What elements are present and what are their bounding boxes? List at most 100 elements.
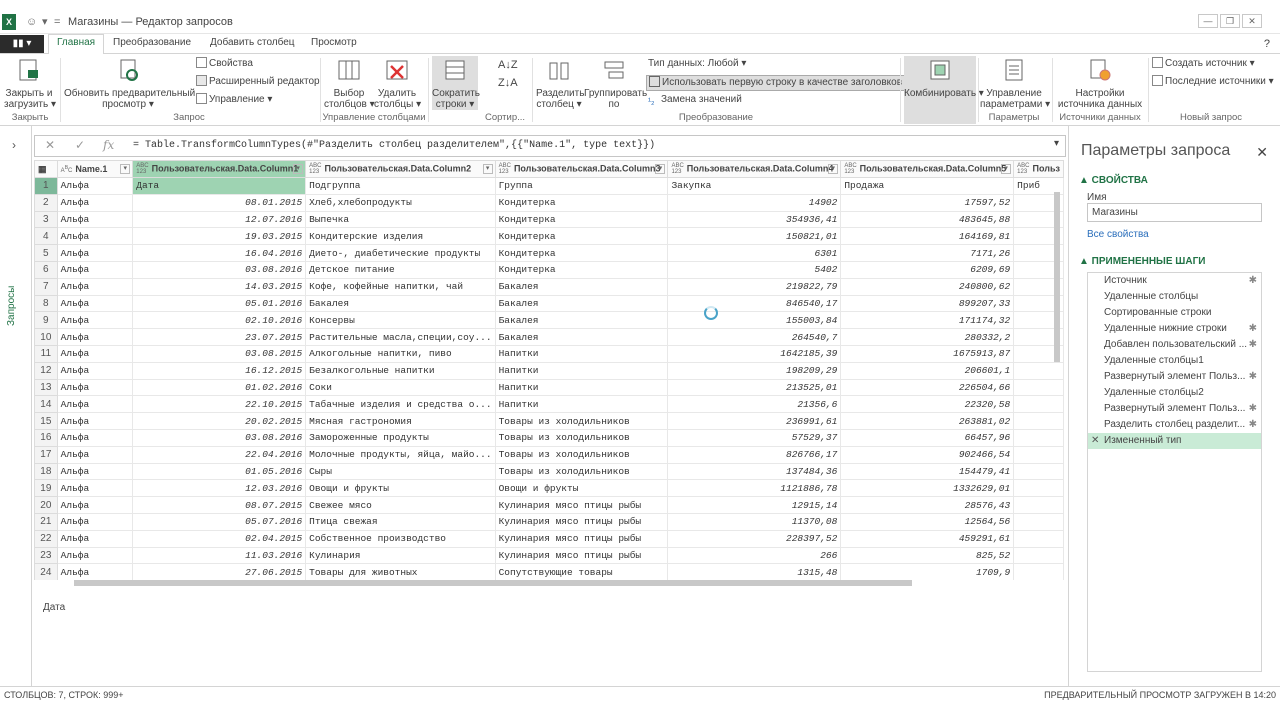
step-settings-gear-icon[interactable]: ✱	[1249, 321, 1257, 337]
table-cell[interactable]: Подгруппа	[305, 177, 496, 195]
maximize-icon[interactable]: ❐	[1220, 14, 1240, 28]
table-row[interactable]: 6 Альфа 03.08.2016 Детское питание Кондитерк…	[34, 260, 1064, 279]
table-cell[interactable]: Кондитерка	[494, 193, 669, 212]
fx-icon[interactable]: fx	[103, 138, 114, 152]
table-row[interactable]: 2 Альфа 08.01.2015 Хлеб,хлебопродукты Кондит…	[34, 193, 1064, 212]
table-row[interactable]: 23 Альфа 11.03.2016 Кулинария Кулинария мясо…	[34, 546, 1064, 565]
table-cell[interactable]: 16.12.2015	[132, 361, 307, 380]
reduce-rows-button[interactable]: Сократить строки ▾	[432, 56, 480, 110]
table-cell[interactable]: Альфа	[56, 361, 134, 380]
table-cell[interactable]: Альфа	[56, 277, 134, 296]
table-row[interactable]: 22 Альфа 02.04.2015 Собственное производств…	[34, 529, 1064, 548]
table-cell[interactable]: 20.02.2015	[132, 412, 307, 430]
table-cell[interactable]: 08.07.2015	[132, 496, 307, 514]
table-cell[interactable]: Птица свежая	[305, 512, 496, 531]
applied-step[interactable]: Развернутый элемент Польз... ✱	[1088, 369, 1261, 385]
confirm-formula-icon[interactable]: ✓	[75, 138, 85, 152]
step-settings-gear-icon[interactable]: ✱	[1249, 337, 1257, 353]
table-cell[interactable]: Альфа	[56, 328, 134, 346]
table-cell[interactable]: 22.04.2016	[132, 445, 307, 464]
table-cell[interactable]: Альфа	[56, 193, 134, 212]
table-cell[interactable]: 05.01.2016	[132, 294, 307, 313]
table-cell[interactable]: Сыры	[305, 462, 496, 481]
table-cell[interactable]: 21356,6	[667, 395, 842, 414]
table-cell[interactable]: Кондитерка	[494, 210, 669, 229]
table-cell[interactable]: Овощи и фрукты	[305, 479, 496, 498]
data-type-dropdown[interactable]: Тип данных: Любой ▾	[648, 57, 746, 71]
column-header[interactable]: ABC Name.1 ▾	[56, 160, 134, 178]
applied-step[interactable]: Развернутый элемент Польз... ✱	[1088, 401, 1261, 417]
quick-access-customize-icon[interactable]: =	[54, 14, 60, 30]
table-cell[interactable]: 164169,81	[840, 227, 1015, 246]
table-cell[interactable]: Кондитерка	[494, 244, 669, 262]
table-cell[interactable]: Напитки	[494, 395, 669, 414]
remove-columns-button[interactable]: Удалить столбцы ▾	[374, 58, 421, 110]
table-row[interactable]: 13 Альфа 01.02.2016 Соки Напитки 213525,01 226…	[34, 378, 1064, 397]
table-cell[interactable]: 236991,61	[667, 412, 842, 430]
applied-step[interactable]: Сортированные строки	[1088, 305, 1261, 321]
recent-sources-button[interactable]: Последние источники ▾	[1152, 75, 1274, 89]
manage-parameters-button[interactable]: Управление параметрами ▾	[980, 58, 1050, 110]
table-cell[interactable]: Детское питание	[305, 260, 496, 279]
table-cell[interactable]: 11.03.2016	[132, 546, 307, 565]
table-cell[interactable]: 483645,88	[840, 210, 1015, 229]
table-cell[interactable]: 240800,62	[840, 277, 1015, 296]
table-cell[interactable]: Закупка	[667, 177, 842, 195]
table-cell[interactable]: Кондитерка	[494, 260, 669, 279]
sort-descending-icon[interactable]: Z↓A	[498, 76, 518, 90]
table-cell[interactable]: Альфа	[56, 445, 134, 464]
table-cell[interactable]: 5402	[667, 260, 842, 279]
table-cell[interactable]: 7171,26	[840, 244, 1015, 262]
table-cell[interactable]: Альфа	[56, 311, 134, 330]
table-cell[interactable]: Альфа	[56, 479, 134, 498]
combine-button[interactable]: Комбинировать ▾	[904, 56, 984, 124]
table-cell[interactable]: Бакалея	[494, 277, 669, 296]
table-cell[interactable]: Альфа	[56, 395, 134, 414]
table-row[interactable]: 7 Альфа 14.03.2015 Кофе, кофейные напитки, …	[34, 277, 1064, 296]
table-cell[interactable]: Альфа	[56, 210, 134, 229]
table-cell[interactable]: Группа	[494, 177, 669, 195]
tab-home[interactable]: Главная	[48, 34, 105, 55]
table-cell[interactable]: 19.03.2015	[132, 227, 307, 246]
close-and-load-button[interactable]: Закрыть и загрузить ▾	[4, 58, 56, 110]
table-row[interactable]: 12 Альфа 16.12.2015 Безалкогольные напитки Н…	[34, 361, 1064, 380]
query-name-input[interactable]: Магазины	[1087, 203, 1262, 222]
table-cell[interactable]: Товары из холодильников	[494, 462, 669, 481]
table-cell[interactable]: Молочные продукты, яйца, майо...	[305, 445, 496, 464]
table-row[interactable]: 10 Альфа 23.07.2015 Растительные масла,спец…	[34, 328, 1064, 346]
advanced-editor-button[interactable]: Расширенный редактор	[196, 75, 320, 89]
table-cell[interactable]: Растительные масла,специи,соу...	[305, 328, 496, 346]
table-cell[interactable]: 11370,08	[667, 512, 842, 531]
quick-access-dropdown-icon[interactable]: ▾	[42, 14, 48, 30]
choose-columns-button[interactable]: Выбор столбцов ▾	[324, 58, 375, 110]
column-header[interactable]: ABC 123 Польз	[1013, 160, 1064, 178]
table-cell[interactable]: 266	[667, 546, 842, 565]
table-cell[interactable]: Замороженные продукты	[305, 428, 496, 447]
table-cell[interactable]: 01.02.2016	[132, 378, 307, 397]
group-by-button[interactable]: Группировать по	[584, 58, 647, 110]
queries-pane-label[interactable]: Запросы	[6, 286, 17, 326]
step-settings-gear-icon[interactable]: ✱	[1249, 401, 1257, 417]
applied-step[interactable]: Удаленные столбцы	[1088, 289, 1261, 305]
select-all-corner[interactable]: ▦	[34, 160, 58, 178]
table-cell[interactable]: Бакалея	[494, 311, 669, 330]
table-cell[interactable]: 228397,52	[667, 529, 842, 548]
table-cell[interactable]: Кулинария мясо птицы рыбы	[494, 546, 669, 565]
table-row[interactable]: 11 Альфа 03.08.2015 Алкогольные напитки, пи…	[34, 344, 1064, 363]
table-row[interactable]: 15 Альфа 20.02.2015 Мясная гастрономия Товар…	[34, 412, 1064, 430]
table-row[interactable]: 5 Альфа 16.04.2016 Дието-, диабетические пр…	[34, 244, 1064, 262]
table-cell[interactable]: Альфа	[56, 496, 134, 514]
table-cell[interactable]: 826766,17	[667, 445, 842, 464]
close-icon[interactable]: ✕	[1242, 14, 1262, 28]
table-cell[interactable]: Альфа	[56, 260, 134, 279]
table-cell[interactable]: 12915,14	[667, 496, 842, 514]
table-cell[interactable]: Бакалея	[494, 294, 669, 313]
table-cell[interactable]: Альфа	[56, 462, 134, 481]
table-cell[interactable]: 57529,37	[667, 428, 842, 447]
applied-step[interactable]: Удаленные нижние строки ✱	[1088, 321, 1261, 337]
table-cell[interactable]: 1642185,39	[667, 344, 842, 363]
new-source-button[interactable]: Создать источник ▾	[1152, 57, 1255, 71]
table-cell[interactable]: 14902	[667, 193, 842, 212]
close-pane-icon[interactable]: ✕	[1256, 144, 1268, 161]
applied-step[interactable]: Удаленные столбцы2	[1088, 385, 1261, 401]
